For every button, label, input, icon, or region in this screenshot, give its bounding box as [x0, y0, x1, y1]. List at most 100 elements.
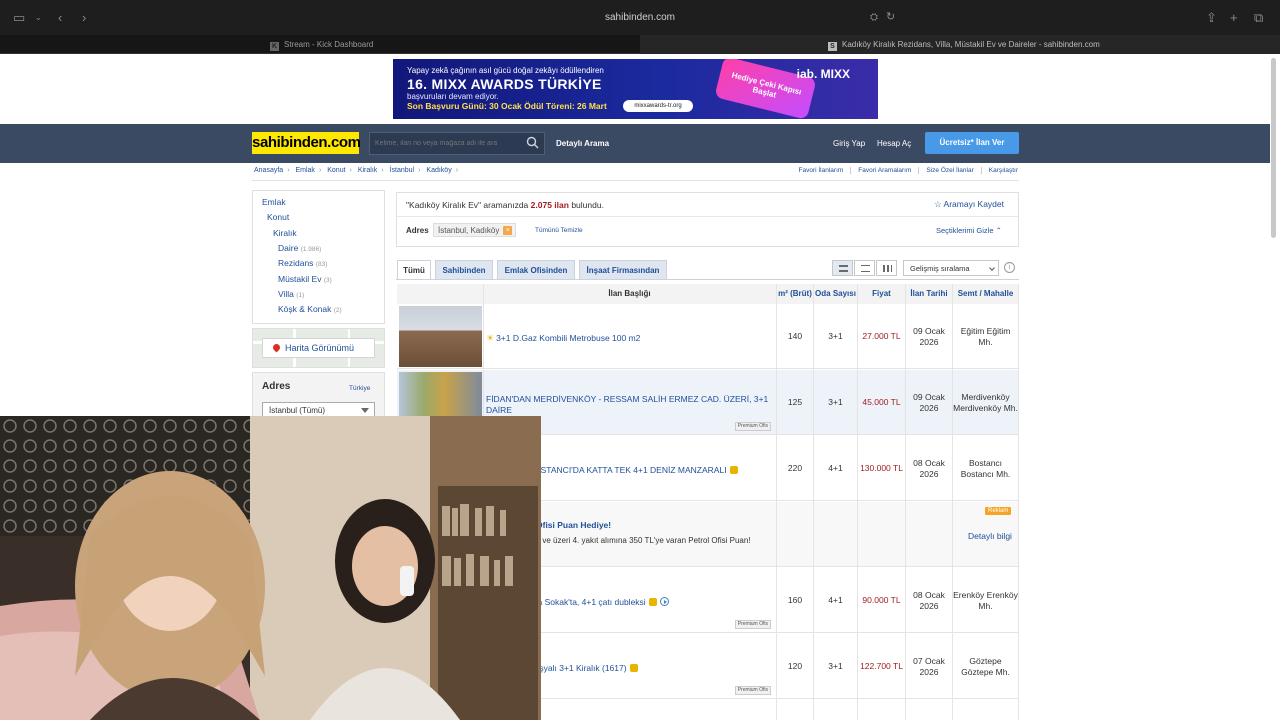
share-icon[interactable]: ⇪: [1206, 0, 1217, 35]
breadcrumb-item[interactable]: Konut: [327, 167, 345, 174]
detailed-search-link[interactable]: Detaylı Arama: [556, 124, 609, 163]
listing-m2: 220: [787, 463, 803, 474]
new-tab-icon[interactable]: +: [1230, 0, 1238, 35]
translate-icon[interactable]: ⛭: [870, 0, 878, 35]
grid-view-button[interactable]: [876, 260, 897, 276]
site-logo[interactable]: sahibinden.com: [252, 132, 361, 154]
sort-select[interactable]: Gelişmiş sıralama: [903, 260, 999, 276]
tab-by-owner[interactable]: Sahibinden: [435, 260, 493, 280]
breadcrumb: Anasayfa › Emlak › Konut › Kiralık › İstanbu…: [254, 167, 459, 174]
listing-rooms: 3+1: [828, 661, 843, 672]
category-mustakil-ev[interactable]: Müstakil Ev (3): [278, 274, 332, 284]
column-rooms[interactable]: Oda Sayısı: [814, 284, 857, 304]
tab-all[interactable]: Tümü: [397, 260, 431, 280]
thumbs-up-icon: [729, 466, 738, 474]
page-scrollbar[interactable]: [1271, 58, 1276, 238]
breadcrumb-item[interactable]: Kadıköy: [426, 167, 451, 174]
promo-more-link[interactable]: Detaylı bilgi: [968, 531, 1012, 541]
listing-area: Bostancı Bostancı Mh.: [960, 458, 1011, 479]
chevron-down-icon[interactable]: ⌄: [35, 0, 42, 35]
search-box[interactable]: [369, 132, 545, 155]
remove-filter-icon[interactable]: ×: [503, 226, 513, 235]
map-view-button[interactable]: Harita Görünümü: [262, 338, 375, 358]
dropdown-arrow-icon: [361, 408, 369, 413]
info-icon[interactable]: i: [1004, 262, 1015, 273]
login-link[interactable]: Giriş Yap: [833, 124, 865, 163]
back-icon[interactable]: ‹: [58, 0, 62, 35]
post-ad-button[interactable]: Ücretsiz* İlan Ver: [925, 132, 1019, 154]
table-view-button[interactable]: [832, 260, 853, 276]
webcam-overlay: [0, 416, 541, 720]
favorite-searches-link[interactable]: Favori Aramalarım: [850, 167, 912, 174]
premium-badge: Premium Ofis: [734, 686, 771, 695]
tab-overview-icon[interactable]: ⧉: [1254, 0, 1263, 35]
browser-tab-sahibinden[interactable]: S Kadıköy Kiralık Rezidans, Villa, Müstak…: [640, 35, 1280, 54]
listing-date: 08 Ocak 2026: [913, 458, 945, 479]
ad-line: başvuruları devam ediyor.: [407, 92, 499, 101]
premium-badge: Premium Ofis: [734, 620, 771, 629]
listing-photo[interactable]: [399, 306, 482, 367]
column-divider: [1018, 284, 1019, 720]
search-input[interactable]: [370, 133, 520, 154]
webcam-video: [0, 416, 541, 720]
promo-badge: Reklam: [985, 507, 1012, 515]
listing-price: 45.000 TL: [862, 397, 901, 408]
ad-logo: iab. MIXX: [796, 67, 850, 81]
category-daire[interactable]: Daire (1.986): [278, 243, 321, 253]
thumbs-up-icon: [629, 664, 638, 672]
listing-area: Merdivenköy Merdivenköy Mh.: [953, 392, 1018, 413]
breadcrumb-item[interactable]: Kiralık: [358, 167, 377, 174]
list-view-button[interactable]: [854, 260, 875, 276]
top-links: Favori İlanlarım Favori Aramalarım Size Öz…: [799, 167, 1018, 174]
breadcrumb-item[interactable]: Emlak: [295, 167, 314, 174]
tab-by-agency[interactable]: Emlak Ofisinden: [497, 260, 575, 280]
hide-selected-link[interactable]: Seçtiklerimi Gizle ⌃: [936, 226, 1002, 235]
tab-by-builder[interactable]: İnşaat Firmasından: [579, 260, 667, 280]
breadcrumb-item[interactable]: İstanbul: [390, 167, 415, 174]
column-district[interactable]: Semt / Mahalle: [953, 284, 1018, 304]
category-emlak[interactable]: Emlak: [262, 197, 286, 207]
listing-title[interactable]: ☀ 3+1 D.Gaz Kombili Metrobuse 100 m2: [486, 333, 776, 344]
star-icon: ☆: [934, 199, 942, 209]
compare-link[interactable]: Karşılaştır: [980, 167, 1018, 174]
kick-favicon-icon: K: [270, 42, 279, 51]
search-icon[interactable]: [526, 136, 539, 149]
category-konut[interactable]: Konut: [267, 212, 289, 222]
tab-label: Kadıköy Kiralık Rezidans, Villa, Müstaki…: [842, 40, 1100, 49]
list-view-icon: [861, 265, 870, 272]
listing-area: Erenköy Erenköy Mh.: [953, 590, 1018, 611]
favorite-listings-link[interactable]: Favori İlanlarım: [799, 167, 844, 174]
ad-banner[interactable]: Yapay zekâ çağının asıl gücü doğal zekây…: [393, 59, 878, 119]
promo-title[interactable]: Ofisi Puan Hediye!: [536, 520, 611, 530]
column-divider: [776, 284, 777, 720]
category-kosk-konak[interactable]: Köşk & Konak (2): [278, 304, 342, 314]
ad-headline: 16. MIXX AWARDS TÜRKİYE: [407, 76, 602, 92]
forward-icon[interactable]: ›: [82, 0, 86, 35]
clear-all-link[interactable]: Tümünü Temizle: [535, 227, 583, 234]
register-link[interactable]: Hesap Aç: [877, 124, 911, 163]
address-country-link[interactable]: Türkiye: [349, 385, 370, 392]
column-m2[interactable]: m² (Brüt): [777, 284, 813, 304]
column-title: İlan Başlığı: [608, 288, 651, 298]
breadcrumb-item[interactable]: Anasayfa: [254, 167, 283, 174]
category-villa[interactable]: Villa (1): [278, 289, 304, 299]
table-row[interactable]: ☀ 3+1 D.Gaz Kombili Metrobuse 100 m2 140 …: [397, 304, 1018, 369]
listing-price: 122.700 TL: [860, 661, 903, 672]
listing-price: 130.000 TL: [860, 463, 903, 474]
column-price[interactable]: Fiyat: [858, 284, 905, 304]
map-view-label: Harita Görünümü: [285, 343, 355, 353]
browser-tab-kick[interactable]: K Stream - Kick Dashboard: [0, 35, 640, 54]
grid-view-icon: [883, 265, 892, 272]
column-date[interactable]: İlan Tarihi: [906, 284, 952, 304]
browser-toolbar: ▭ ⌄ ‹ › sahibinden.com ⛭ ↻ ⇪ + ⧉: [0, 0, 1280, 35]
save-search-link[interactable]: ☆ Aramayı Kaydet: [934, 199, 1004, 210]
category-kiralik[interactable]: Kiralık: [273, 228, 297, 238]
category-rezidans[interactable]: Rezidans (83): [278, 258, 327, 268]
personalized-listings-link[interactable]: Size Özel İlanlar: [918, 167, 974, 174]
sidebar-toggle-icon[interactable]: ▭: [13, 0, 25, 35]
site-header: [0, 124, 1270, 163]
listing-title[interactable]: FİDAN'DAN MERDİVENKÖY - RESSAM SALİH ERM…: [486, 394, 776, 415]
address-bar[interactable]: sahibinden.com: [380, 8, 900, 28]
listing-rooms: 4+1: [828, 463, 843, 474]
reload-icon[interactable]: ↻: [886, 0, 895, 35]
